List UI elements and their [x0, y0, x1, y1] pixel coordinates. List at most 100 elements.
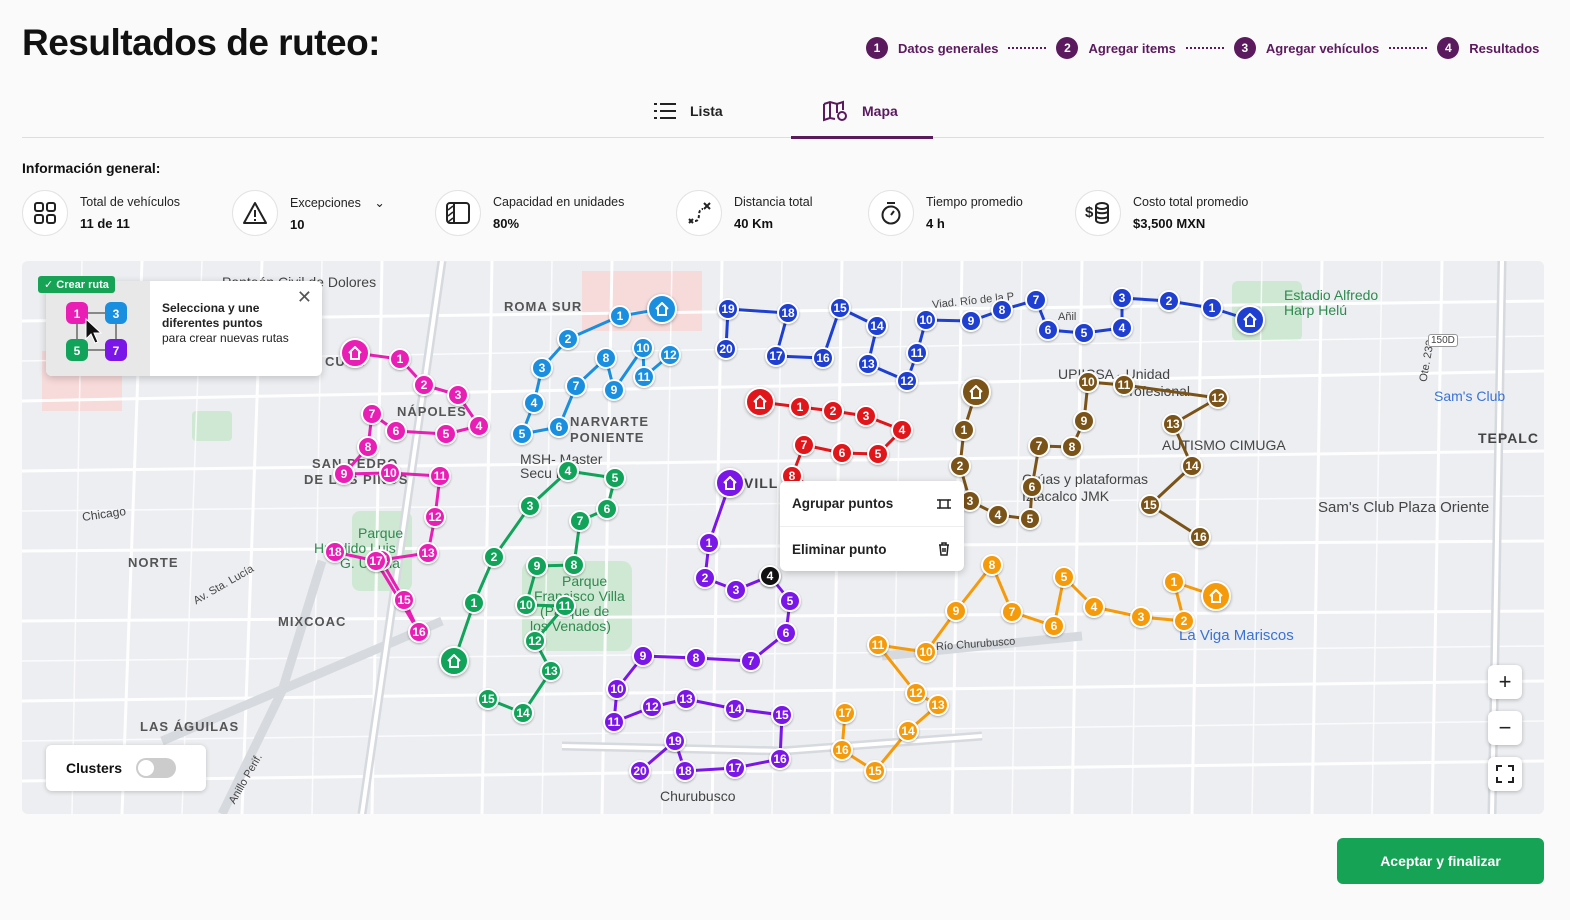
route-stop-pin[interactable]: 16 — [769, 748, 791, 770]
route-stop-pin[interactable]: 6 — [385, 420, 407, 442]
route-stop-pin[interactable]: 5 — [435, 423, 457, 445]
route-stop-pin[interactable]: 20 — [715, 338, 737, 360]
route-stop-pin[interactable]: 4 — [557, 460, 579, 482]
accept-and-finish-button[interactable]: Aceptar y finalizar — [1337, 838, 1544, 884]
route-stop-pin[interactable]: 5 — [867, 443, 889, 465]
zoom-out-button[interactable]: − — [1488, 711, 1522, 745]
home-icon[interactable] — [961, 377, 991, 407]
route-stop-pin[interactable]: 12 — [905, 682, 927, 704]
route-stop-pin[interactable]: 13 — [417, 542, 439, 564]
route-stop-pin[interactable]: 7 — [1028, 435, 1050, 457]
route-stop-pin[interactable]: 1 — [1201, 297, 1223, 319]
route-stop-pin[interactable]: 5 — [511, 423, 533, 445]
route-stop-pin[interactable]: 4 — [891, 419, 913, 441]
route-stop-pin[interactable]: 18 — [777, 302, 799, 324]
route-stop-pin[interactable]: 10 — [379, 462, 401, 484]
route-stop-pin[interactable]: 8 — [357, 436, 379, 458]
route-stop-pin[interactable]: 5 — [1073, 322, 1095, 344]
route-stop-pin[interactable]: 6 — [596, 498, 618, 520]
delete-point-option[interactable]: Eliminar punto — [780, 526, 964, 571]
route-stop-pin[interactable]: 12 — [424, 506, 446, 528]
route-stop-pin[interactable]: 7 — [740, 650, 762, 672]
route-stop-pin[interactable]: 14 — [1181, 455, 1203, 477]
route-stop-pin[interactable]: 2 — [1173, 610, 1195, 632]
route-stop-pin[interactable]: 6 — [831, 442, 853, 464]
route-stop-pin[interactable]: 15 — [864, 760, 886, 782]
route-stop-pin[interactable]: 15 — [771, 704, 793, 726]
route-stop-pin[interactable]: 1 — [389, 348, 411, 370]
route-stop-pin[interactable]: 2 — [822, 400, 844, 422]
step-add-vehicles[interactable]: 3 Agregar vehículos — [1233, 37, 1379, 59]
route-stop-pin[interactable]: 11 — [906, 342, 928, 364]
route-stop-pin[interactable]: 2 — [557, 328, 579, 350]
route-stop-pin[interactable]: 6 — [1037, 319, 1059, 341]
home-icon[interactable] — [439, 646, 469, 676]
route-stop-pin[interactable]: 4 — [523, 392, 545, 414]
route-stop-pin[interactable]: 10 — [1077, 371, 1099, 393]
route-stop-pin[interactable]: 18 — [674, 760, 696, 782]
route-stop-pin[interactable]: 1 — [463, 592, 485, 614]
route-stop-pin[interactable]: 17 — [724, 757, 746, 779]
step-add-items[interactable]: 2 Agregar items — [1056, 37, 1176, 59]
route-stop-pin[interactable]: 3 — [531, 357, 553, 379]
selected-stop-pin[interactable]: 4 — [759, 565, 781, 587]
route-stop-pin[interactable]: 11 — [554, 595, 576, 617]
zoom-in-button[interactable]: + — [1488, 665, 1522, 699]
route-stop-pin[interactable]: 4 — [468, 415, 490, 437]
route-stop-pin[interactable]: 5 — [604, 467, 626, 489]
route-stop-pin[interactable]: 16 — [812, 347, 834, 369]
route-stop-pin[interactable]: 13 — [540, 660, 562, 682]
route-stop-pin[interactable]: 2 — [1158, 290, 1180, 312]
route-stop-pin[interactable]: 10 — [915, 309, 937, 331]
route-stop-pin[interactable]: 10 — [632, 337, 654, 359]
route-stop-pin[interactable]: 12 — [659, 344, 681, 366]
home-icon[interactable] — [745, 387, 775, 417]
route-stop-pin[interactable]: 7 — [793, 434, 815, 456]
chevron-down-icon[interactable]: ⌄ — [374, 196, 384, 210]
route-stop-pin[interactable]: 12 — [1207, 387, 1229, 409]
route-stop-pin[interactable]: 15 — [393, 589, 415, 611]
route-stop-pin[interactable]: 10 — [606, 678, 628, 700]
route-stop-pin[interactable]: 8 — [1061, 436, 1083, 458]
route-stop-pin[interactable]: 10 — [515, 594, 537, 616]
route-stop-pin[interactable]: 13 — [927, 694, 949, 716]
route-stop-pin[interactable]: 8 — [981, 554, 1003, 576]
route-stop-pin[interactable]: 1 — [789, 396, 811, 418]
route-stop-pin[interactable]: 7 — [1025, 289, 1047, 311]
home-icon[interactable] — [340, 338, 370, 368]
route-stop-pin[interactable]: 4 — [1083, 596, 1105, 618]
route-stop-pin[interactable]: 2 — [413, 374, 435, 396]
route-stop-pin[interactable]: 17 — [834, 702, 856, 724]
home-icon[interactable] — [1235, 305, 1265, 335]
route-stop-pin[interactable]: 9 — [960, 310, 982, 332]
route-stop-pin[interactable]: 16 — [831, 739, 853, 761]
route-stop-pin[interactable]: 16 — [1189, 526, 1211, 548]
route-stop-pin[interactable]: 3 — [1130, 606, 1152, 628]
route-stop-pin[interactable]: 5 — [1053, 566, 1075, 588]
route-stop-pin[interactable]: 1 — [1163, 571, 1185, 593]
route-stop-pin[interactable]: 6 — [775, 622, 797, 644]
route-stop-pin[interactable]: 11 — [429, 465, 451, 487]
route-stop-pin[interactable]: 12 — [896, 370, 918, 392]
route-stop-pin[interactable]: 10 — [915, 641, 937, 663]
metric-exceptions[interactable]: Excepciones ⌄ 10 — [232, 190, 385, 236]
route-stop-pin[interactable]: 7 — [1001, 601, 1023, 623]
close-icon[interactable]: ✕ — [297, 287, 312, 308]
route-stop-pin[interactable]: 4 — [987, 504, 1009, 526]
route-stop-pin[interactable]: 2 — [694, 567, 716, 589]
route-stop-pin[interactable]: 3 — [447, 384, 469, 406]
route-stop-pin[interactable]: 15 — [477, 688, 499, 710]
fullscreen-button[interactable] — [1488, 757, 1522, 791]
route-stop-pin[interactable]: 2 — [949, 455, 971, 477]
route-stop-pin[interactable]: 6 — [548, 416, 570, 438]
route-stop-pin[interactable]: 8 — [685, 647, 707, 669]
home-icon[interactable] — [647, 294, 677, 324]
route-stop-pin[interactable]: 3 — [519, 495, 541, 517]
route-stop-pin[interactable]: 1 — [609, 305, 631, 327]
route-stop-pin[interactable]: 15 — [829, 297, 851, 319]
route-stop-pin[interactable]: 17 — [765, 345, 787, 367]
route-stop-pin[interactable]: 7 — [565, 375, 587, 397]
route-stop-pin[interactable]: 13 — [675, 688, 697, 710]
route-stop-pin[interactable]: 9 — [945, 600, 967, 622]
clusters-toggle[interactable] — [136, 758, 177, 778]
